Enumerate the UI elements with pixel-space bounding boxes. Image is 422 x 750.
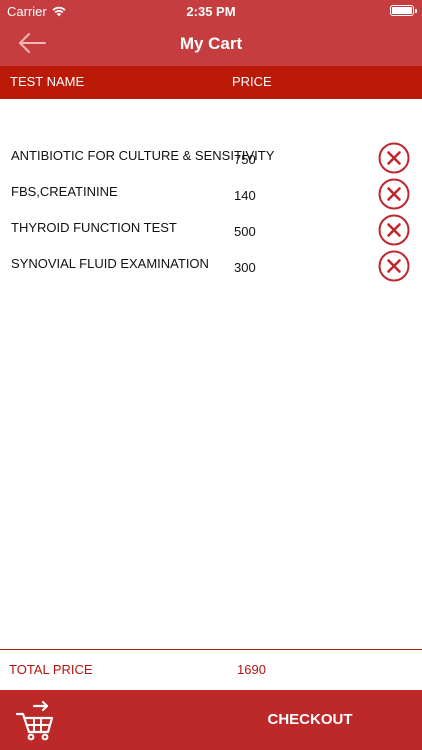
cart-item-row: FBS,CREATININE 140: [0, 178, 422, 218]
navigation-bar: My Cart: [0, 22, 422, 66]
test-name: THYROID FUNCTION TEST: [11, 220, 177, 235]
cart-item-row: ANTIBIOTIC FOR CULTURE & SENSITIVITY 750: [0, 142, 422, 182]
test-price: 750: [234, 152, 256, 167]
page-title: My Cart: [179, 34, 243, 53]
cart-icon: [15, 700, 54, 741]
total-price-value: 1690: [237, 662, 266, 677]
bottom-bar: CHECKOUT: [0, 690, 422, 750]
column-header-test-name: TEST NAME: [10, 74, 85, 89]
checkout-button[interactable]: CHECKOUT: [240, 690, 380, 750]
table-header: TEST NAME PRICE: [0, 66, 422, 99]
status-bar: Carrier 2:35 PM: [0, 0, 422, 22]
cart-button[interactable]: [14, 698, 58, 742]
battery-icon: [390, 5, 417, 16]
total-price-bar: TOTAL PRICE 1690: [0, 649, 422, 689]
remove-item-icon[interactable]: [378, 178, 410, 210]
test-name: FBS,CREATININE: [11, 184, 118, 199]
test-price: 500: [234, 224, 256, 239]
cart-item-row: THYROID FUNCTION TEST 500: [0, 214, 422, 254]
top-bar: Carrier 2:35 PM My Cart: [0, 0, 422, 66]
cart-item-row: SYNOVIAL FLUID EXAMINATION 300: [0, 250, 422, 290]
remove-item-icon[interactable]: [378, 250, 410, 282]
clock: 2:35 PM: [186, 4, 236, 19]
test-price: 140: [234, 188, 256, 203]
remove-item-icon[interactable]: [378, 214, 410, 246]
test-name: SYNOVIAL FLUID EXAMINATION: [11, 256, 209, 271]
test-price: 300: [234, 260, 256, 275]
column-header-price: PRICE: [232, 74, 272, 89]
remove-item-icon[interactable]: [378, 142, 410, 174]
total-price-label: TOTAL PRICE: [9, 662, 93, 677]
